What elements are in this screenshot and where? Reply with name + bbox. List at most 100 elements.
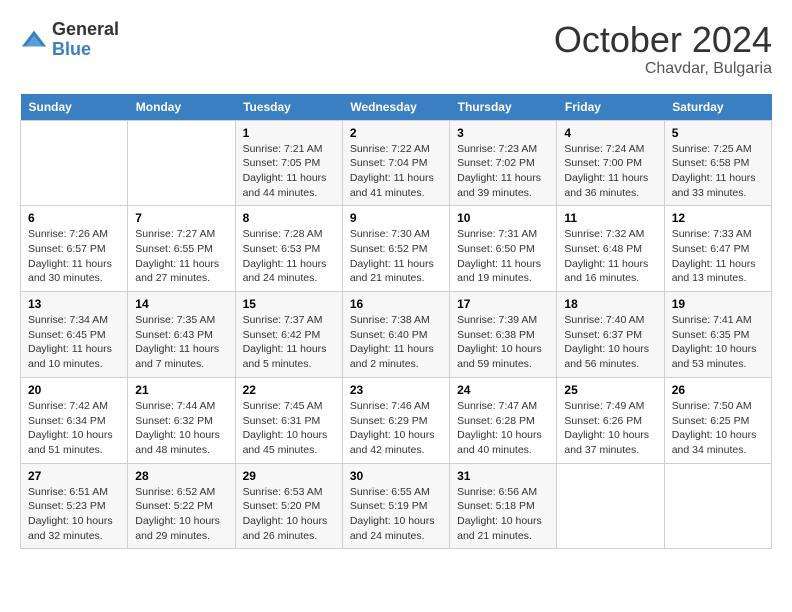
day-info: Sunrise: 7:33 AM Sunset: 6:47 PM Dayligh…	[672, 227, 764, 286]
day-number: 13	[28, 297, 120, 311]
day-info: Sunrise: 7:39 AM Sunset: 6:38 PM Dayligh…	[457, 313, 549, 372]
day-number: 22	[243, 383, 335, 397]
logo-general-text: General	[52, 20, 119, 40]
calendar-cell	[557, 463, 664, 549]
day-number: 8	[243, 211, 335, 225]
calendar-cell: 23 Sunrise: 7:46 AM Sunset: 6:29 PM Dayli…	[342, 377, 449, 463]
column-header-saturday: Saturday	[664, 94, 771, 121]
day-info: Sunrise: 7:28 AM Sunset: 6:53 PM Dayligh…	[243, 227, 335, 286]
day-info: Sunrise: 7:45 AM Sunset: 6:31 PM Dayligh…	[243, 399, 335, 458]
day-info: Sunrise: 7:40 AM Sunset: 6:37 PM Dayligh…	[564, 313, 656, 372]
calendar-week-row: 27 Sunrise: 6:51 AM Sunset: 5:23 PM Dayli…	[21, 463, 772, 549]
day-number: 9	[350, 211, 442, 225]
calendar-week-row: 1 Sunrise: 7:21 AM Sunset: 7:05 PM Daylig…	[21, 120, 772, 206]
column-header-thursday: Thursday	[450, 94, 557, 121]
day-number: 29	[243, 469, 335, 483]
day-info: Sunrise: 7:26 AM Sunset: 6:57 PM Dayligh…	[28, 227, 120, 286]
day-number: 5	[672, 126, 764, 140]
calendar-cell: 11Sunrise: 7:32 AM Sunset: 6:48 PM Dayli…	[557, 206, 664, 292]
calendar-cell: 7 Sunrise: 7:27 AM Sunset: 6:55 PM Daylig…	[128, 206, 235, 292]
calendar-cell: 9 Sunrise: 7:30 AM Sunset: 6:52 PM Daylig…	[342, 206, 449, 292]
calendar-cell: 6 Sunrise: 7:26 AM Sunset: 6:57 PM Daylig…	[21, 206, 128, 292]
day-info: Sunrise: 6:56 AM Sunset: 5:18 PM Dayligh…	[457, 485, 549, 544]
logo-blue-text: Blue	[52, 40, 119, 60]
day-info: Sunrise: 7:50 AM Sunset: 6:25 PM Dayligh…	[672, 399, 764, 458]
day-info: Sunrise: 7:23 AM Sunset: 7:02 PM Dayligh…	[457, 142, 549, 201]
day-number: 27	[28, 469, 120, 483]
day-info: Sunrise: 7:25 AM Sunset: 6:58 PM Dayligh…	[672, 142, 764, 201]
day-number: 16	[350, 297, 442, 311]
day-info: Sunrise: 7:49 AM Sunset: 6:26 PM Dayligh…	[564, 399, 656, 458]
calendar-cell	[128, 120, 235, 206]
calendar-table: SundayMondayTuesdayWednesdayThursdayFrid…	[20, 94, 772, 550]
day-info: Sunrise: 7:27 AM Sunset: 6:55 PM Dayligh…	[135, 227, 227, 286]
calendar-header-row: SundayMondayTuesdayWednesdayThursdayFrid…	[21, 94, 772, 121]
day-number: 14	[135, 297, 227, 311]
calendar-cell: 17 Sunrise: 7:39 AM Sunset: 6:38 PM Dayli…	[450, 292, 557, 378]
day-info: Sunrise: 7:44 AM Sunset: 6:32 PM Dayligh…	[135, 399, 227, 458]
calendar-cell: 27 Sunrise: 6:51 AM Sunset: 5:23 PM Dayli…	[21, 463, 128, 549]
day-info: Sunrise: 7:35 AM Sunset: 6:43 PM Dayligh…	[135, 313, 227, 372]
day-info: Sunrise: 7:31 AM Sunset: 6:50 PM Dayligh…	[457, 227, 549, 286]
day-info: Sunrise: 6:52 AM Sunset: 5:22 PM Dayligh…	[135, 485, 227, 544]
day-info: Sunrise: 7:37 AM Sunset: 6:42 PM Dayligh…	[243, 313, 335, 372]
day-number: 19	[672, 297, 764, 311]
day-info: Sunrise: 7:24 AM Sunset: 7:00 PM Dayligh…	[564, 142, 656, 201]
day-number: 18	[564, 297, 656, 311]
calendar-cell: 26Sunrise: 7:50 AM Sunset: 6:25 PM Dayli…	[664, 377, 771, 463]
calendar-cell: 8 Sunrise: 7:28 AM Sunset: 6:53 PM Daylig…	[235, 206, 342, 292]
calendar-cell: 4Sunrise: 7:24 AM Sunset: 7:00 PM Daylig…	[557, 120, 664, 206]
day-number: 17	[457, 297, 549, 311]
calendar-cell: 1 Sunrise: 7:21 AM Sunset: 7:05 PM Daylig…	[235, 120, 342, 206]
calendar-cell: 15 Sunrise: 7:37 AM Sunset: 6:42 PM Dayli…	[235, 292, 342, 378]
calendar-cell: 18 Sunrise: 7:40 AM Sunset: 6:37 PM Dayli…	[557, 292, 664, 378]
day-number: 23	[350, 383, 442, 397]
day-number: 21	[135, 383, 227, 397]
day-info: Sunrise: 7:30 AM Sunset: 6:52 PM Dayligh…	[350, 227, 442, 286]
day-number: 24	[457, 383, 549, 397]
calendar-cell: 14 Sunrise: 7:35 AM Sunset: 6:43 PM Dayli…	[128, 292, 235, 378]
calendar-cell: 20Sunrise: 7:42 AM Sunset: 6:34 PM Dayli…	[21, 377, 128, 463]
calendar-cell: 28 Sunrise: 6:52 AM Sunset: 5:22 PM Dayli…	[128, 463, 235, 549]
calendar-cell: 31 Sunrise: 6:56 AM Sunset: 5:18 PM Dayli…	[450, 463, 557, 549]
logo-icon	[20, 26, 48, 54]
page-header: General Blue October 2024 Chavdar, Bulga…	[20, 20, 772, 78]
calendar-cell: 13 Sunrise: 7:34 AM Sunset: 6:45 PM Dayli…	[21, 292, 128, 378]
calendar-week-row: 20Sunrise: 7:42 AM Sunset: 6:34 PM Dayli…	[21, 377, 772, 463]
day-number: 31	[457, 469, 549, 483]
day-info: Sunrise: 6:55 AM Sunset: 5:19 PM Dayligh…	[350, 485, 442, 544]
day-number: 3	[457, 126, 549, 140]
calendar-cell: 10Sunrise: 7:31 AM Sunset: 6:50 PM Dayli…	[450, 206, 557, 292]
day-number: 15	[243, 297, 335, 311]
day-number: 20	[28, 383, 120, 397]
calendar-cell	[664, 463, 771, 549]
calendar-cell: 29Sunrise: 6:53 AM Sunset: 5:20 PM Dayli…	[235, 463, 342, 549]
day-number: 2	[350, 126, 442, 140]
day-info: Sunrise: 7:34 AM Sunset: 6:45 PM Dayligh…	[28, 313, 120, 372]
title-section: October 2024 Chavdar, Bulgaria	[554, 20, 772, 78]
day-number: 30	[350, 469, 442, 483]
day-info: Sunrise: 7:21 AM Sunset: 7:05 PM Dayligh…	[243, 142, 335, 201]
calendar-cell: 19 Sunrise: 7:41 AM Sunset: 6:35 PM Dayli…	[664, 292, 771, 378]
logo: General Blue	[20, 20, 119, 60]
column-header-tuesday: Tuesday	[235, 94, 342, 121]
month-year-title: October 2024	[554, 20, 772, 60]
day-number: 6	[28, 211, 120, 225]
day-info: Sunrise: 7:41 AM Sunset: 6:35 PM Dayligh…	[672, 313, 764, 372]
calendar-cell	[21, 120, 128, 206]
day-number: 7	[135, 211, 227, 225]
calendar-cell: 16 Sunrise: 7:38 AM Sunset: 6:40 PM Dayli…	[342, 292, 449, 378]
day-number: 1	[243, 126, 335, 140]
day-number: 28	[135, 469, 227, 483]
calendar-cell: 24 Sunrise: 7:47 AM Sunset: 6:28 PM Dayli…	[450, 377, 557, 463]
day-info: Sunrise: 7:38 AM Sunset: 6:40 PM Dayligh…	[350, 313, 442, 372]
day-number: 25	[564, 383, 656, 397]
day-number: 11	[564, 211, 656, 225]
day-info: Sunrise: 7:47 AM Sunset: 6:28 PM Dayligh…	[457, 399, 549, 458]
calendar-week-row: 13 Sunrise: 7:34 AM Sunset: 6:45 PM Dayli…	[21, 292, 772, 378]
calendar-cell: 5 Sunrise: 7:25 AM Sunset: 6:58 PM Daylig…	[664, 120, 771, 206]
calendar-week-row: 6 Sunrise: 7:26 AM Sunset: 6:57 PM Daylig…	[21, 206, 772, 292]
calendar-cell: 21 Sunrise: 7:44 AM Sunset: 6:32 PM Dayli…	[128, 377, 235, 463]
day-info: Sunrise: 7:46 AM Sunset: 6:29 PM Dayligh…	[350, 399, 442, 458]
day-info: Sunrise: 6:51 AM Sunset: 5:23 PM Dayligh…	[28, 485, 120, 544]
